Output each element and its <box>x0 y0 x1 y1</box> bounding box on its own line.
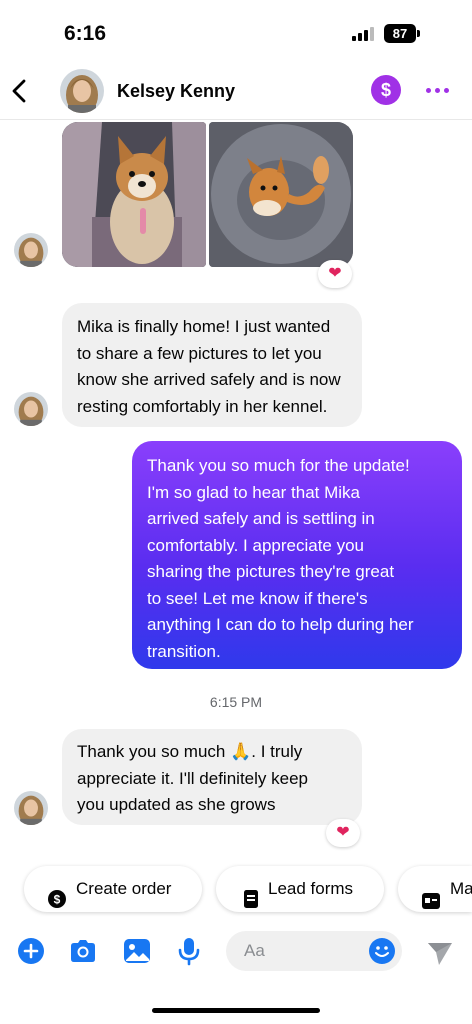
battery-icon: 87 <box>384 24 416 43</box>
dollar-circle-icon: $ <box>48 880 66 908</box>
plus-icon[interactable] <box>16 936 46 966</box>
signal-icon <box>352 27 376 41</box>
message-input[interactable] <box>244 939 364 963</box>
chevron-left-icon[interactable] <box>8 76 32 106</box>
chip-label: Create order <box>76 879 172 898</box>
message-input-box[interactable] <box>226 931 402 971</box>
message-text: Thank you so much for the update! I'm so… <box>147 456 414 661</box>
lead-forms-chip[interactable]: Lead forms <box>216 866 384 912</box>
more-icon[interactable] <box>424 79 452 101</box>
form-icon <box>244 880 262 908</box>
message-bubble-incoming[interactable]: Mika is finally home! I just wanted to s… <box>62 303 362 427</box>
home-indicator <box>152 1008 320 1013</box>
status-bar: 6:16 87 <box>0 0 472 64</box>
puppy-photo-1[interactable] <box>62 122 206 267</box>
dollar-icon[interactable]: $ <box>371 75 401 105</box>
puppy-photo-2[interactable] <box>209 122 353 267</box>
message-bubble-outgoing[interactable]: Thank you so much for the update! I'm so… <box>132 441 462 669</box>
chat-header: Kelsey Kenny $ <box>0 64 472 120</box>
contact-name[interactable]: Kelsey Kenny <box>117 81 235 102</box>
heart-reaction[interactable]: ❤ <box>318 260 352 288</box>
timestamp: 6:15 PM <box>209 694 263 710</box>
message-bubble-incoming[interactable]: Thank you so much 🙏. I truly appreciate … <box>62 729 362 825</box>
avatar[interactable] <box>14 392 48 426</box>
message-text-end: . I truly <box>251 742 303 761</box>
message-text: Mika is finally home! I just wanted to s… <box>77 317 341 416</box>
send-icon[interactable] <box>424 937 454 967</box>
message-text-start: Thank you so much <box>77 742 226 761</box>
message-text: Thank you so much 🙏. I truly <box>77 739 348 766</box>
emoji-icon[interactable] <box>369 938 395 964</box>
composer <box>0 928 472 976</box>
microphone-icon[interactable] <box>174 936 204 966</box>
create-order-chip[interactable]: $ Create order <box>24 866 202 912</box>
avatar[interactable] <box>14 233 48 267</box>
avatar[interactable] <box>14 791 48 825</box>
heart-reaction[interactable]: ❤ <box>326 819 360 847</box>
gallery-icon[interactable] <box>122 936 152 966</box>
more-chip[interactable]: Ma <box>398 866 472 912</box>
card-icon <box>422 881 440 909</box>
folded-hands-emoji: 🙏 <box>230 742 252 761</box>
battery-tip <box>417 30 420 37</box>
chip-label: Ma <box>450 879 472 898</box>
message-text-rest: appreciate it. I'll definitely keep you … <box>77 768 308 815</box>
svg-text:$: $ <box>54 893 61 907</box>
avatar[interactable] <box>60 69 104 113</box>
status-time: 6:16 <box>64 22 107 45</box>
camera-icon[interactable] <box>68 936 98 966</box>
chip-label: Lead forms <box>268 879 354 898</box>
